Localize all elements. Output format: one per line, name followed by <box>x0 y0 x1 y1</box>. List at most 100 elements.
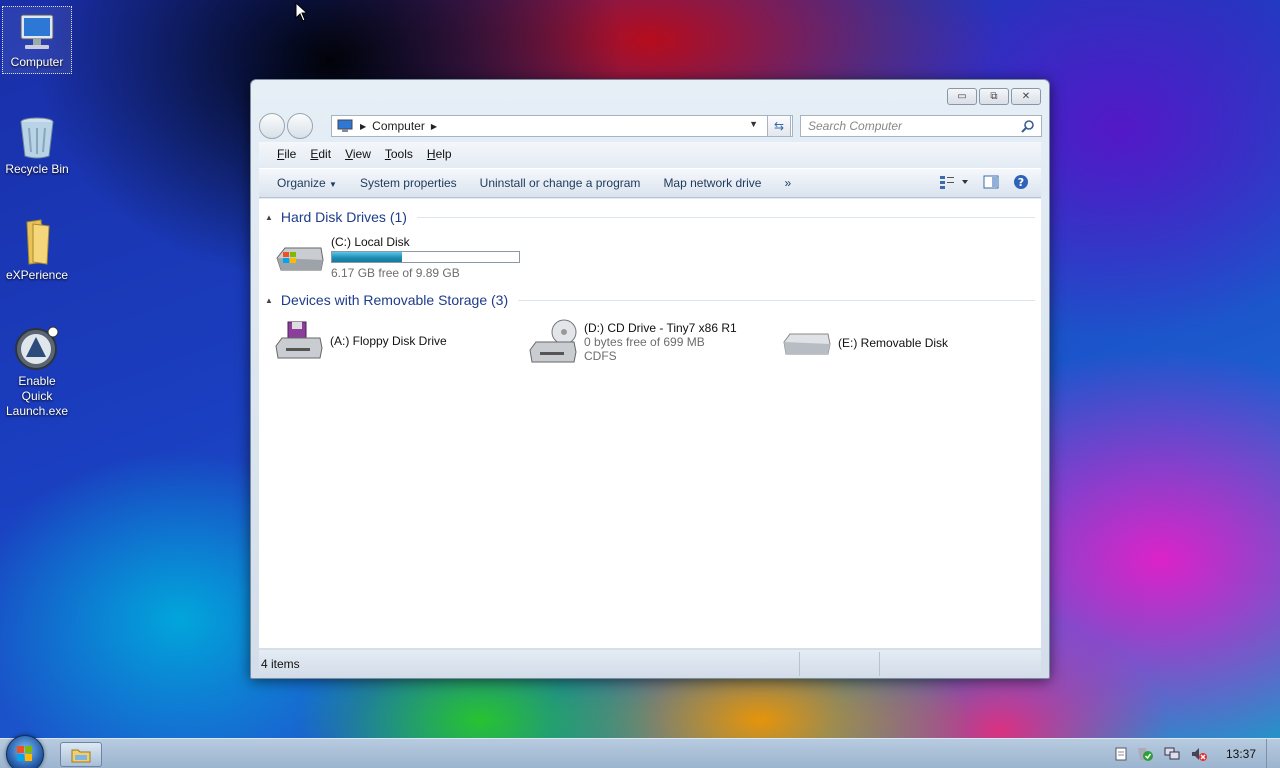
drive-name: (A:) Floppy Disk Drive <box>330 334 447 348</box>
menu-file[interactable]: File <box>277 147 296 161</box>
system-tray <box>1115 746 1208 765</box>
search-icon[interactable] <box>1021 119 1035 133</box>
minimize-icon: ▭ <box>957 91 967 102</box>
search-placeholder: Search Computer <box>808 119 903 133</box>
uninstall-program-button[interactable]: Uninstall or change a program <box>472 176 649 190</box>
more-commands-button[interactable]: » <box>776 176 799 190</box>
status-bar: 4 items <box>259 650 1041 678</box>
organize-label: Organize <box>277 176 326 190</box>
system-properties-button[interactable]: System properties <box>352 176 465 190</box>
desktop-icon-label: Computer <box>10 55 64 69</box>
organize-button[interactable]: Organize ▼ <box>269 176 345 190</box>
show-desktop-button[interactable] <box>1266 739 1280 768</box>
item-count: 4 items <box>261 657 300 671</box>
start-button[interactable] <box>6 735 44 768</box>
cd-drive-icon <box>529 319 577 363</box>
status-divider <box>879 652 880 676</box>
drive-free-space: 0 bytes free of 699 MB <box>584 335 705 349</box>
mouse-cursor-icon <box>295 2 307 22</box>
menu-view[interactable]: View <box>345 147 371 161</box>
hard-drive-icon <box>276 247 324 270</box>
preview-pane-icon <box>983 175 999 189</box>
drive-free-space: 6.17 GB free of 9.89 GB <box>331 266 460 280</box>
file-list: ▲ Hard Disk Drives (1) (C:) Local Disk 6… <box>259 199 1041 648</box>
menu-help[interactable]: Help <box>427 147 452 161</box>
windows-logo-icon <box>17 746 32 761</box>
close-icon: ✕ <box>1021 91 1031 102</box>
preview-pane-button[interactable] <box>983 175 999 192</box>
document-icon[interactable] <box>1115 747 1127 764</box>
taskbar-clock[interactable]: 13:37 <box>1226 747 1256 761</box>
drive-floppy[interactable]: (A:) Floppy Disk Drive <box>274 320 447 362</box>
close-button[interactable]: ✕ <box>1011 88 1041 105</box>
folder-icon <box>71 749 91 762</box>
drive-removable[interactable]: (E:) Removable Disk <box>782 328 948 358</box>
floppy-drive-icon <box>275 321 323 359</box>
view-controls: ? <box>939 174 1029 193</box>
group-title: Devices with Removable Storage (3) <box>280 292 509 308</box>
map-network-drive-button[interactable]: Map network drive <box>655 176 769 190</box>
refresh-button[interactable]: ⇆ <box>767 115 791 137</box>
removable-disk-icon <box>783 333 831 355</box>
drive-name: (D:) CD Drive - Tiny7 x86 R1 <box>584 321 737 335</box>
taskbar: 13:37 <box>0 735 1280 768</box>
desktop-icon-label: eXPerience <box>5 268 69 282</box>
minimize-button[interactable]: ▭ <box>947 88 977 105</box>
collapse-icon[interactable]: ▲ <box>265 296 273 305</box>
group-divider <box>416 216 1035 218</box>
drive-name: (C:) Local Disk <box>331 235 410 249</box>
drive-usage-fill <box>332 252 403 262</box>
volume-muted-icon[interactable] <box>1190 746 1208 765</box>
collapse-icon[interactable]: ▲ <box>265 213 273 222</box>
command-bar: Organize ▼ System properties Uninstall o… <box>259 168 1041 198</box>
drive-c[interactable]: (C:) Local Disk 6.17 GB free of 9.89 GB <box>275 235 520 280</box>
maximize-icon: ⧉ <box>990 91 998 102</box>
folder-icon <box>26 219 50 265</box>
drive-details: (E:) Removable Disk <box>838 336 948 350</box>
network-icon[interactable] <box>1163 746 1181 765</box>
menu-bar: File Edit View Tools Help <box>259 142 1041 166</box>
view-icon <box>940 176 968 189</box>
recycle-bin-icon <box>20 117 54 159</box>
search-box[interactable]: Search Computer <box>800 115 1042 137</box>
group-hard-disks[interactable]: ▲ Hard Disk Drives (1) <box>265 207 1035 227</box>
drive-details: (C:) Local Disk 6.17 GB free of 9.89 GB <box>331 235 520 280</box>
app-icon <box>15 326 59 370</box>
desktop-icon-computer[interactable]: Computer <box>2 6 72 74</box>
desktop-icon-label: Enable Quick Launch.exe <box>5 374 69 418</box>
back-button[interactable] <box>259 113 285 139</box>
drive-details: (D:) CD Drive - Tiny7 x86 R1 0 bytes fre… <box>584 321 737 363</box>
menu-tools[interactable]: Tools <box>385 147 413 161</box>
forward-button[interactable] <box>287 113 313 139</box>
drive-usage-bar <box>331 251 520 263</box>
taskbar-explorer-button[interactable] <box>60 742 102 767</box>
group-divider <box>518 299 1035 301</box>
action-center-icon[interactable] <box>1136 746 1154 765</box>
breadcrumb-arrow-icon[interactable]: ▶ <box>431 122 437 131</box>
explorer-window: ▭ ⧉ ✕ ▶ Computer ▶ ▼ ⇆ Search Computer F… <box>250 79 1050 679</box>
breadcrumb-arrow-icon: ▶ <box>360 121 367 131</box>
group-removable[interactable]: ▲ Devices with Removable Storage (3) <box>265 290 1035 310</box>
help-icon: ? <box>1014 175 1028 189</box>
computer-small-icon <box>337 119 353 132</box>
caption-buttons: ▭ ⧉ ✕ <box>947 88 1041 105</box>
maximize-button[interactable]: ⧉ <box>979 88 1009 105</box>
breadcrumb-segment[interactable]: Computer <box>372 119 425 133</box>
change-view-button[interactable] <box>939 175 969 192</box>
chevron-down-icon[interactable]: ▼ <box>749 119 758 129</box>
computer-icon <box>20 14 54 49</box>
desktop-icon-experience[interactable]: eXPerience <box>2 214 72 283</box>
status-divider <box>799 652 800 676</box>
navigation-bar: ▶ Computer ▶ ▼ ⇆ Search Computer <box>259 113 1042 139</box>
desktop-icon-recycle-bin[interactable]: Recycle Bin <box>2 110 72 177</box>
drive-details: (A:) Floppy Disk Drive <box>330 334 447 348</box>
drive-filesystem: CDFS <box>584 349 617 363</box>
help-button[interactable]: ? <box>1013 174 1029 193</box>
desktop-icon-quick-launch[interactable]: Enable Quick Launch.exe <box>2 320 72 419</box>
drive-cd[interactable]: (D:) CD Drive - Tiny7 x86 R1 0 bytes fre… <box>528 318 737 366</box>
menu-edit[interactable]: Edit <box>310 147 331 161</box>
address-bar[interactable]: ▶ Computer ▶ ▼ <box>331 115 793 137</box>
refresh-icon: ⇆ <box>773 119 785 133</box>
desktop-icon-label: Recycle Bin <box>5 162 69 176</box>
drive-name: (E:) Removable Disk <box>838 336 949 350</box>
